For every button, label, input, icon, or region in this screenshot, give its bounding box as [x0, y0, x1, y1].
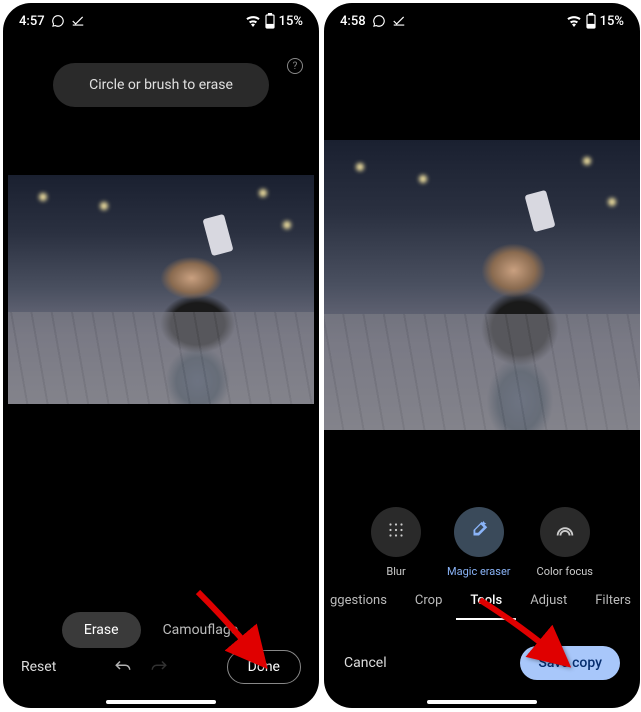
checkmark-icon — [392, 14, 406, 28]
bottom-bar: Reset Done — [3, 650, 319, 696]
nav-handle[interactable] — [427, 700, 537, 704]
tab-tools[interactable]: Tools — [456, 583, 516, 620]
battery-percent: 15% — [600, 14, 624, 29]
whatsapp-icon — [51, 14, 65, 28]
tool-color-focus-label: Color focus — [537, 565, 593, 578]
tab-camouflage[interactable]: Camouflage — [141, 612, 261, 648]
color-focus-icon — [554, 519, 576, 545]
tool-color-focus[interactable]: Color focus — [537, 507, 593, 578]
battery-icon — [265, 13, 275, 29]
save-copy-button[interactable]: Save copy — [520, 646, 620, 680]
tab-adjust[interactable]: Adjust — [516, 583, 581, 620]
erase-mode-tabs: Erase Camouflage — [3, 612, 319, 648]
tool-blur-label: Blur — [386, 565, 405, 578]
cancel-button[interactable]: Cancel — [344, 655, 387, 671]
tool-blur[interactable]: Blur — [371, 507, 421, 578]
tool-magic-eraser[interactable]: Magic eraser — [447, 507, 511, 578]
blur-icon — [385, 519, 407, 545]
instruction-pill: Circle or brush to erase — [53, 63, 269, 107]
battery-icon — [586, 13, 596, 29]
tab-suggestions[interactable]: ggestions — [326, 583, 401, 620]
battery-percent: 15% — [279, 14, 303, 29]
magic-eraser-icon — [468, 519, 490, 545]
phone-screen-left: 4:57 15% ? Circle or brush to erase Eras… — [3, 3, 319, 708]
bottom-bar: Cancel Save copy — [324, 646, 640, 694]
done-button[interactable]: Done — [227, 650, 301, 684]
status-bar: 4:57 15% — [3, 3, 319, 35]
help-icon[interactable]: ? — [287, 58, 303, 74]
reset-button[interactable]: Reset — [21, 659, 56, 675]
tab-erase[interactable]: Erase — [62, 612, 141, 648]
checkmark-icon — [71, 14, 85, 28]
status-time: 4:58 — [340, 14, 366, 29]
status-bar: 4:58 15% — [324, 3, 640, 35]
status-time: 4:57 — [19, 14, 45, 29]
photo-canvas[interactable] — [324, 140, 640, 430]
undo-icon[interactable] — [114, 658, 132, 677]
tab-crop[interactable]: Crop — [401, 583, 456, 620]
category-tabs: ggestions Crop Tools Adjust Filters — [324, 583, 640, 620]
tab-filters[interactable]: Filters — [581, 583, 635, 620]
phone-screen-right: 4:58 15% Blur Magic eraser Color fo — [324, 3, 640, 708]
redo-icon[interactable] — [150, 658, 168, 677]
photo-canvas[interactable] — [8, 175, 314, 404]
nav-handle[interactable] — [106, 700, 216, 704]
tools-row: Blur Magic eraser Color focus — [324, 507, 640, 578]
instruction-text: Circle or brush to erase — [89, 77, 233, 93]
whatsapp-icon — [372, 14, 386, 28]
tool-magic-eraser-label: Magic eraser — [447, 565, 511, 578]
wifi-icon — [566, 15, 582, 27]
wifi-icon — [245, 15, 261, 27]
